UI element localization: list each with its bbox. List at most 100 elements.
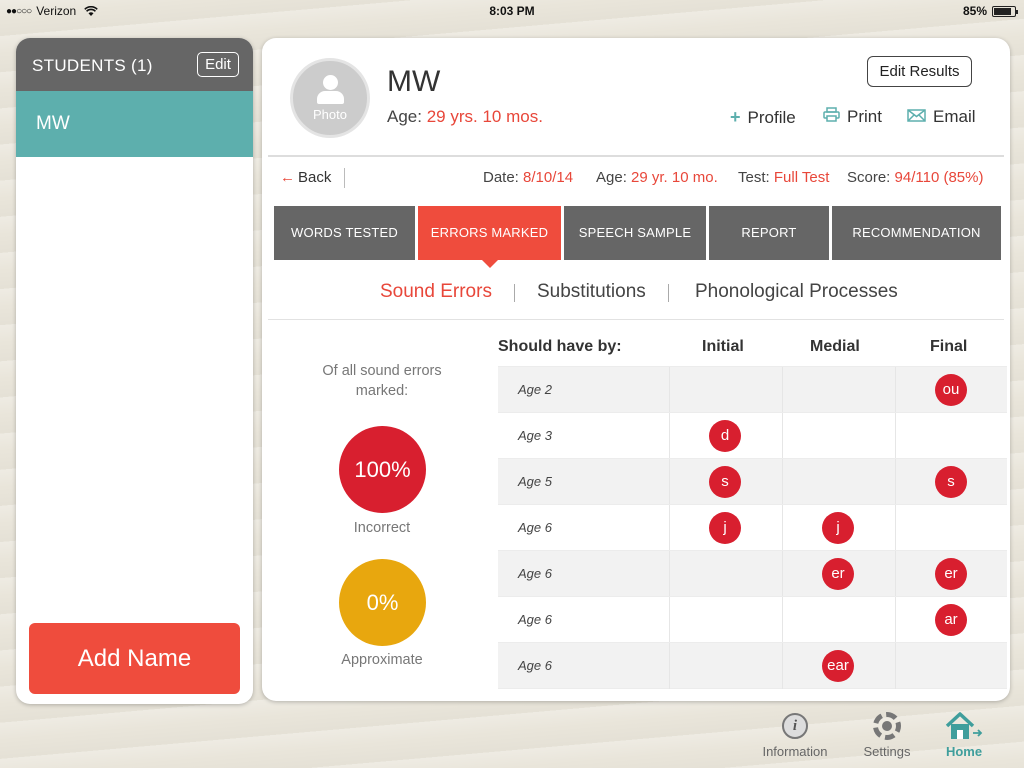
cell-divider [669,413,670,459]
print-label: Print [847,107,882,126]
sound-error-chip-final[interactable]: s [935,466,967,498]
tab-errors-marked[interactable]: ERRORS MARKED [418,206,561,268]
edit-students-button[interactable]: Edit [197,52,239,77]
students-header: STUDENTS (1) Edit [16,38,253,91]
incorrect-percent-circle: 100% [339,426,426,513]
subtab-phonological-processes[interactable]: Phonological Processes [695,281,898,303]
table-bottom-border [498,688,1007,689]
students-sidebar: STUDENTS (1) Edit MW Add Name [16,38,253,704]
email-button[interactable]: Email [907,107,976,127]
tab-words-tested[interactable]: WORDS TESTED [274,206,415,260]
test-type: Test: Full Test [738,169,829,186]
cell-divider [782,413,783,459]
subtab-substitutions[interactable]: Substitutions [537,281,646,303]
subtab-divider [514,284,515,302]
cell-divider [669,597,670,643]
print-button[interactable]: Print [823,107,882,127]
cell-divider [782,459,783,505]
sound-error-chip-initial[interactable]: s [709,466,741,498]
cell-divider [895,597,896,643]
cell-divider [895,551,896,597]
row-age-label: Age 5 [518,474,552,489]
sound-error-chip-final[interactable]: ar [935,604,967,636]
cell-divider [895,367,896,413]
subtab-sound-errors[interactable]: Sound Errors [380,281,492,303]
battery-percent: 85% [962,4,987,18]
cell-divider [895,459,896,505]
subtab-divider-line [268,319,1004,320]
email-label: Email [933,107,976,126]
row-age-label: Age 6 [518,566,552,581]
row-age-label: Age 6 [518,520,552,535]
home-label: Home [945,744,983,759]
table-row: Age 6 ar [498,596,1007,643]
envelope-icon [907,107,926,127]
cell-divider [895,643,896,689]
home-icon [944,711,984,741]
row-age-label: Age 6 [518,612,552,627]
divider [344,168,345,188]
cell-divider [669,459,670,505]
plus-icon: + [730,107,741,127]
settings-label: Settings [863,744,911,759]
tab-speech-sample[interactable]: SPEECH SAMPLE [564,206,706,260]
profile-header: Photo MW Age: 29 yrs. 10 mos. Edit Resul… [262,38,1010,156]
tabbar-information[interactable]: i Information [758,711,832,759]
result-tabs: WORDS TESTED ERRORS MARKED SPEECH SAMPLE… [274,206,1002,268]
add-name-button[interactable]: Add Name [29,623,240,694]
cell-divider [669,505,670,551]
cell-divider [782,367,783,413]
sound-error-chip-medial[interactable]: er [822,558,854,590]
photo-avatar[interactable]: Photo [290,58,370,138]
person-icon-body [317,91,344,104]
row-age-label: Age 6 [518,658,552,673]
clock: 8:03 PM [489,4,535,18]
sound-error-chip-initial[interactable]: j [709,512,741,544]
subtab-divider [668,284,669,302]
header-divider [268,155,1004,157]
test-date: Date: 8/10/14 [483,169,573,186]
edit-results-button[interactable]: Edit Results [867,56,972,87]
student-age: Age: 29 yrs. 10 mos. [387,107,543,127]
tab-report[interactable]: REPORT [709,206,829,260]
test-value: Full Test [773,169,830,186]
sound-error-chip-initial[interactable]: d [709,420,741,452]
cell-divider [782,643,783,689]
table-row: Age 3 d [498,412,1007,459]
info-icon: i [782,713,808,739]
approximate-label: Approximate [341,652,423,668]
person-icon [323,75,338,90]
profile-button[interactable]: + Profile [730,107,796,128]
back-button[interactable]: ← Back [280,169,331,186]
battery-icon [992,5,1018,17]
printer-icon [823,107,840,127]
score-label: Score: [847,169,891,186]
test-age-value: 29 yr. 10 mo. [631,169,718,186]
tabbar-settings[interactable]: Settings [855,711,919,759]
date-value: 8/10/14 [523,169,574,186]
cell-divider [782,551,783,597]
table-row: Age 2 ou [498,366,1007,413]
sound-error-chip-medial[interactable]: j [822,512,854,544]
stats-caption: Of all sound errors marked: [322,363,442,399]
back-label: Back [298,169,332,186]
test-age-label: Age: [596,169,627,186]
sound-error-chip-medial[interactable]: ear [822,650,854,682]
sound-errors-table: Age 2 ou Age 3 d Age 5 s s Age 6 j j Age 6 er er Age … [498,366,1007,689]
tabbar-home[interactable]: Home [935,711,993,759]
cell-divider [895,413,896,459]
tab-recommendation[interactable]: RECOMMENDATION [832,206,1001,260]
age-label: Age: [387,107,422,126]
sound-error-chip-final[interactable]: ou [935,374,967,406]
student-item-mw[interactable]: MW [16,91,253,157]
row-age-label: Age 2 [518,382,552,397]
photo-label: Photo [313,107,347,122]
student-detail-panel: Photo MW Age: 29 yrs. 10 mos. Edit Resul… [262,38,1010,701]
test-label: Test: [738,169,770,186]
back-arrow-icon: ← [280,169,295,186]
test-age: Age: 29 yr. 10 mo. [596,169,718,186]
incorrect-label: Incorrect [353,520,411,536]
column-header-medial: Medial [810,338,860,355]
table-row: Age 6 ear [498,642,1007,689]
sound-error-chip-final[interactable]: er [935,558,967,590]
